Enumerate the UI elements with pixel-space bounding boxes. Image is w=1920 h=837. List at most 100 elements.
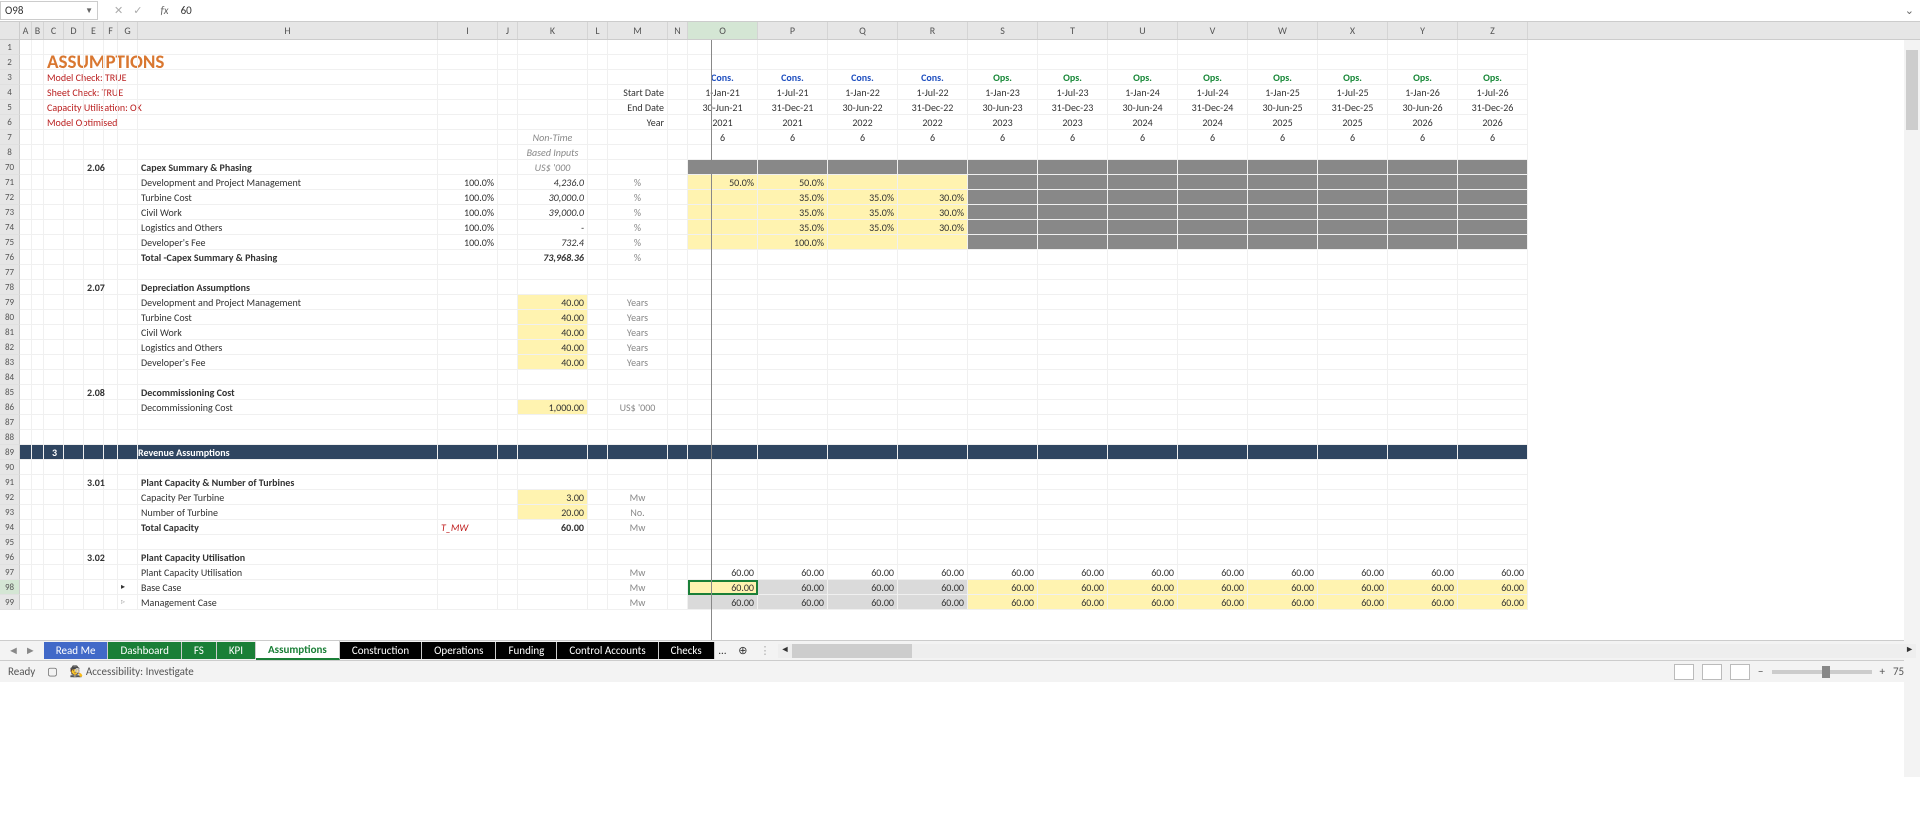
cell[interactable] <box>668 235 688 250</box>
cell[interactable]: 1-Jan-24 <box>1108 85 1178 100</box>
cell[interactable] <box>1178 190 1248 205</box>
cell[interactable] <box>20 520 32 535</box>
cell[interactable] <box>104 460 118 475</box>
cell[interactable] <box>138 535 438 550</box>
cell[interactable] <box>1178 40 1248 55</box>
cell[interactable] <box>1318 55 1388 70</box>
cell[interactable] <box>1388 325 1458 340</box>
cell[interactable] <box>668 160 688 175</box>
cell[interactable] <box>588 175 608 190</box>
cell[interactable] <box>118 370 138 385</box>
cell[interactable] <box>1038 235 1108 250</box>
view-layout-icon[interactable] <box>1702 664 1722 680</box>
cell[interactable] <box>608 430 668 445</box>
cell[interactable] <box>588 580 608 595</box>
cell[interactable] <box>64 220 84 235</box>
cell[interactable] <box>518 370 588 385</box>
cell[interactable] <box>968 535 1038 550</box>
cell[interactable] <box>828 340 898 355</box>
cell[interactable] <box>118 325 138 340</box>
cell[interactable] <box>968 385 1038 400</box>
cell[interactable] <box>898 55 968 70</box>
cell[interactable] <box>44 505 64 520</box>
cell[interactable]: 3.00 <box>518 490 588 505</box>
cell[interactable] <box>44 220 64 235</box>
cell[interactable] <box>668 550 688 565</box>
cell[interactable] <box>44 385 64 400</box>
cell[interactable] <box>20 400 32 415</box>
cell[interactable] <box>20 415 32 430</box>
cell[interactable] <box>668 565 688 580</box>
cell[interactable]: Capex Summary & Phasing <box>138 160 438 175</box>
cell[interactable] <box>498 130 518 145</box>
cell[interactable] <box>498 220 518 235</box>
cell[interactable] <box>498 535 518 550</box>
cell[interactable] <box>608 160 668 175</box>
cell[interactable] <box>898 355 968 370</box>
accessibility-status[interactable]: 🕵 Accessibility: Investigate <box>70 665 194 678</box>
cell[interactable]: Turbine Cost <box>138 190 438 205</box>
cell[interactable] <box>1108 220 1178 235</box>
cell[interactable] <box>1038 145 1108 160</box>
cell[interactable] <box>84 85 104 100</box>
cell[interactable] <box>518 115 588 130</box>
cell[interactable] <box>1388 40 1458 55</box>
cell[interactable] <box>1178 340 1248 355</box>
cell[interactable]: 2023 <box>1038 115 1108 130</box>
cell[interactable] <box>84 250 104 265</box>
cell[interactable]: Developer's Fee <box>138 355 438 370</box>
row-header[interactable]: 91 <box>0 475 20 490</box>
cell[interactable] <box>44 550 64 565</box>
cell[interactable] <box>44 145 64 160</box>
cell[interactable] <box>1108 55 1178 70</box>
cell[interactable] <box>1458 445 1528 460</box>
cell[interactable] <box>588 145 608 160</box>
cell[interactable] <box>1318 235 1388 250</box>
cell[interactable]: 60.00 <box>898 565 968 580</box>
cell[interactable]: 60.00 <box>968 565 1038 580</box>
cell[interactable] <box>518 460 588 475</box>
cell[interactable] <box>828 280 898 295</box>
cell[interactable] <box>898 280 968 295</box>
cell[interactable] <box>1248 460 1318 475</box>
cell[interactable] <box>44 235 64 250</box>
cell[interactable] <box>118 100 138 115</box>
cell[interactable] <box>588 400 608 415</box>
cell[interactable] <box>608 265 668 280</box>
cell[interactable] <box>1038 310 1108 325</box>
cell[interactable]: 100.0% <box>438 175 498 190</box>
cell[interactable] <box>1248 340 1318 355</box>
cell[interactable]: 6 <box>1108 130 1178 145</box>
cell[interactable] <box>898 475 968 490</box>
cell[interactable]: Depreciation Assumptions <box>138 280 438 295</box>
cell[interactable]: 100.0% <box>438 220 498 235</box>
cell[interactable] <box>518 535 588 550</box>
cell[interactable] <box>968 220 1038 235</box>
cell[interactable] <box>118 205 138 220</box>
cell[interactable] <box>438 280 498 295</box>
cell[interactable] <box>1388 370 1458 385</box>
cell[interactable] <box>20 310 32 325</box>
col-R[interactable]: R <box>898 22 968 39</box>
cell[interactable] <box>1178 325 1248 340</box>
cell[interactable] <box>84 430 104 445</box>
cell[interactable] <box>1178 295 1248 310</box>
cell[interactable] <box>688 295 758 310</box>
cell[interactable] <box>84 565 104 580</box>
cell[interactable] <box>828 55 898 70</box>
cell[interactable] <box>138 100 438 115</box>
cell[interactable] <box>668 40 688 55</box>
cell[interactable] <box>438 130 498 145</box>
cell[interactable] <box>1248 265 1318 280</box>
cell[interactable] <box>1318 205 1388 220</box>
cell[interactable] <box>20 85 32 100</box>
cell[interactable] <box>588 160 608 175</box>
cell[interactable]: ASSUMPTIONS <box>44 55 64 70</box>
cell[interactable] <box>32 115 44 130</box>
cell[interactable] <box>828 400 898 415</box>
cell[interactable] <box>104 55 118 70</box>
cell[interactable]: 60.00 <box>1178 580 1248 595</box>
cell[interactable]: 1-Jan-23 <box>968 85 1038 100</box>
cell[interactable] <box>438 145 498 160</box>
cell[interactable]: 6 <box>828 130 898 145</box>
